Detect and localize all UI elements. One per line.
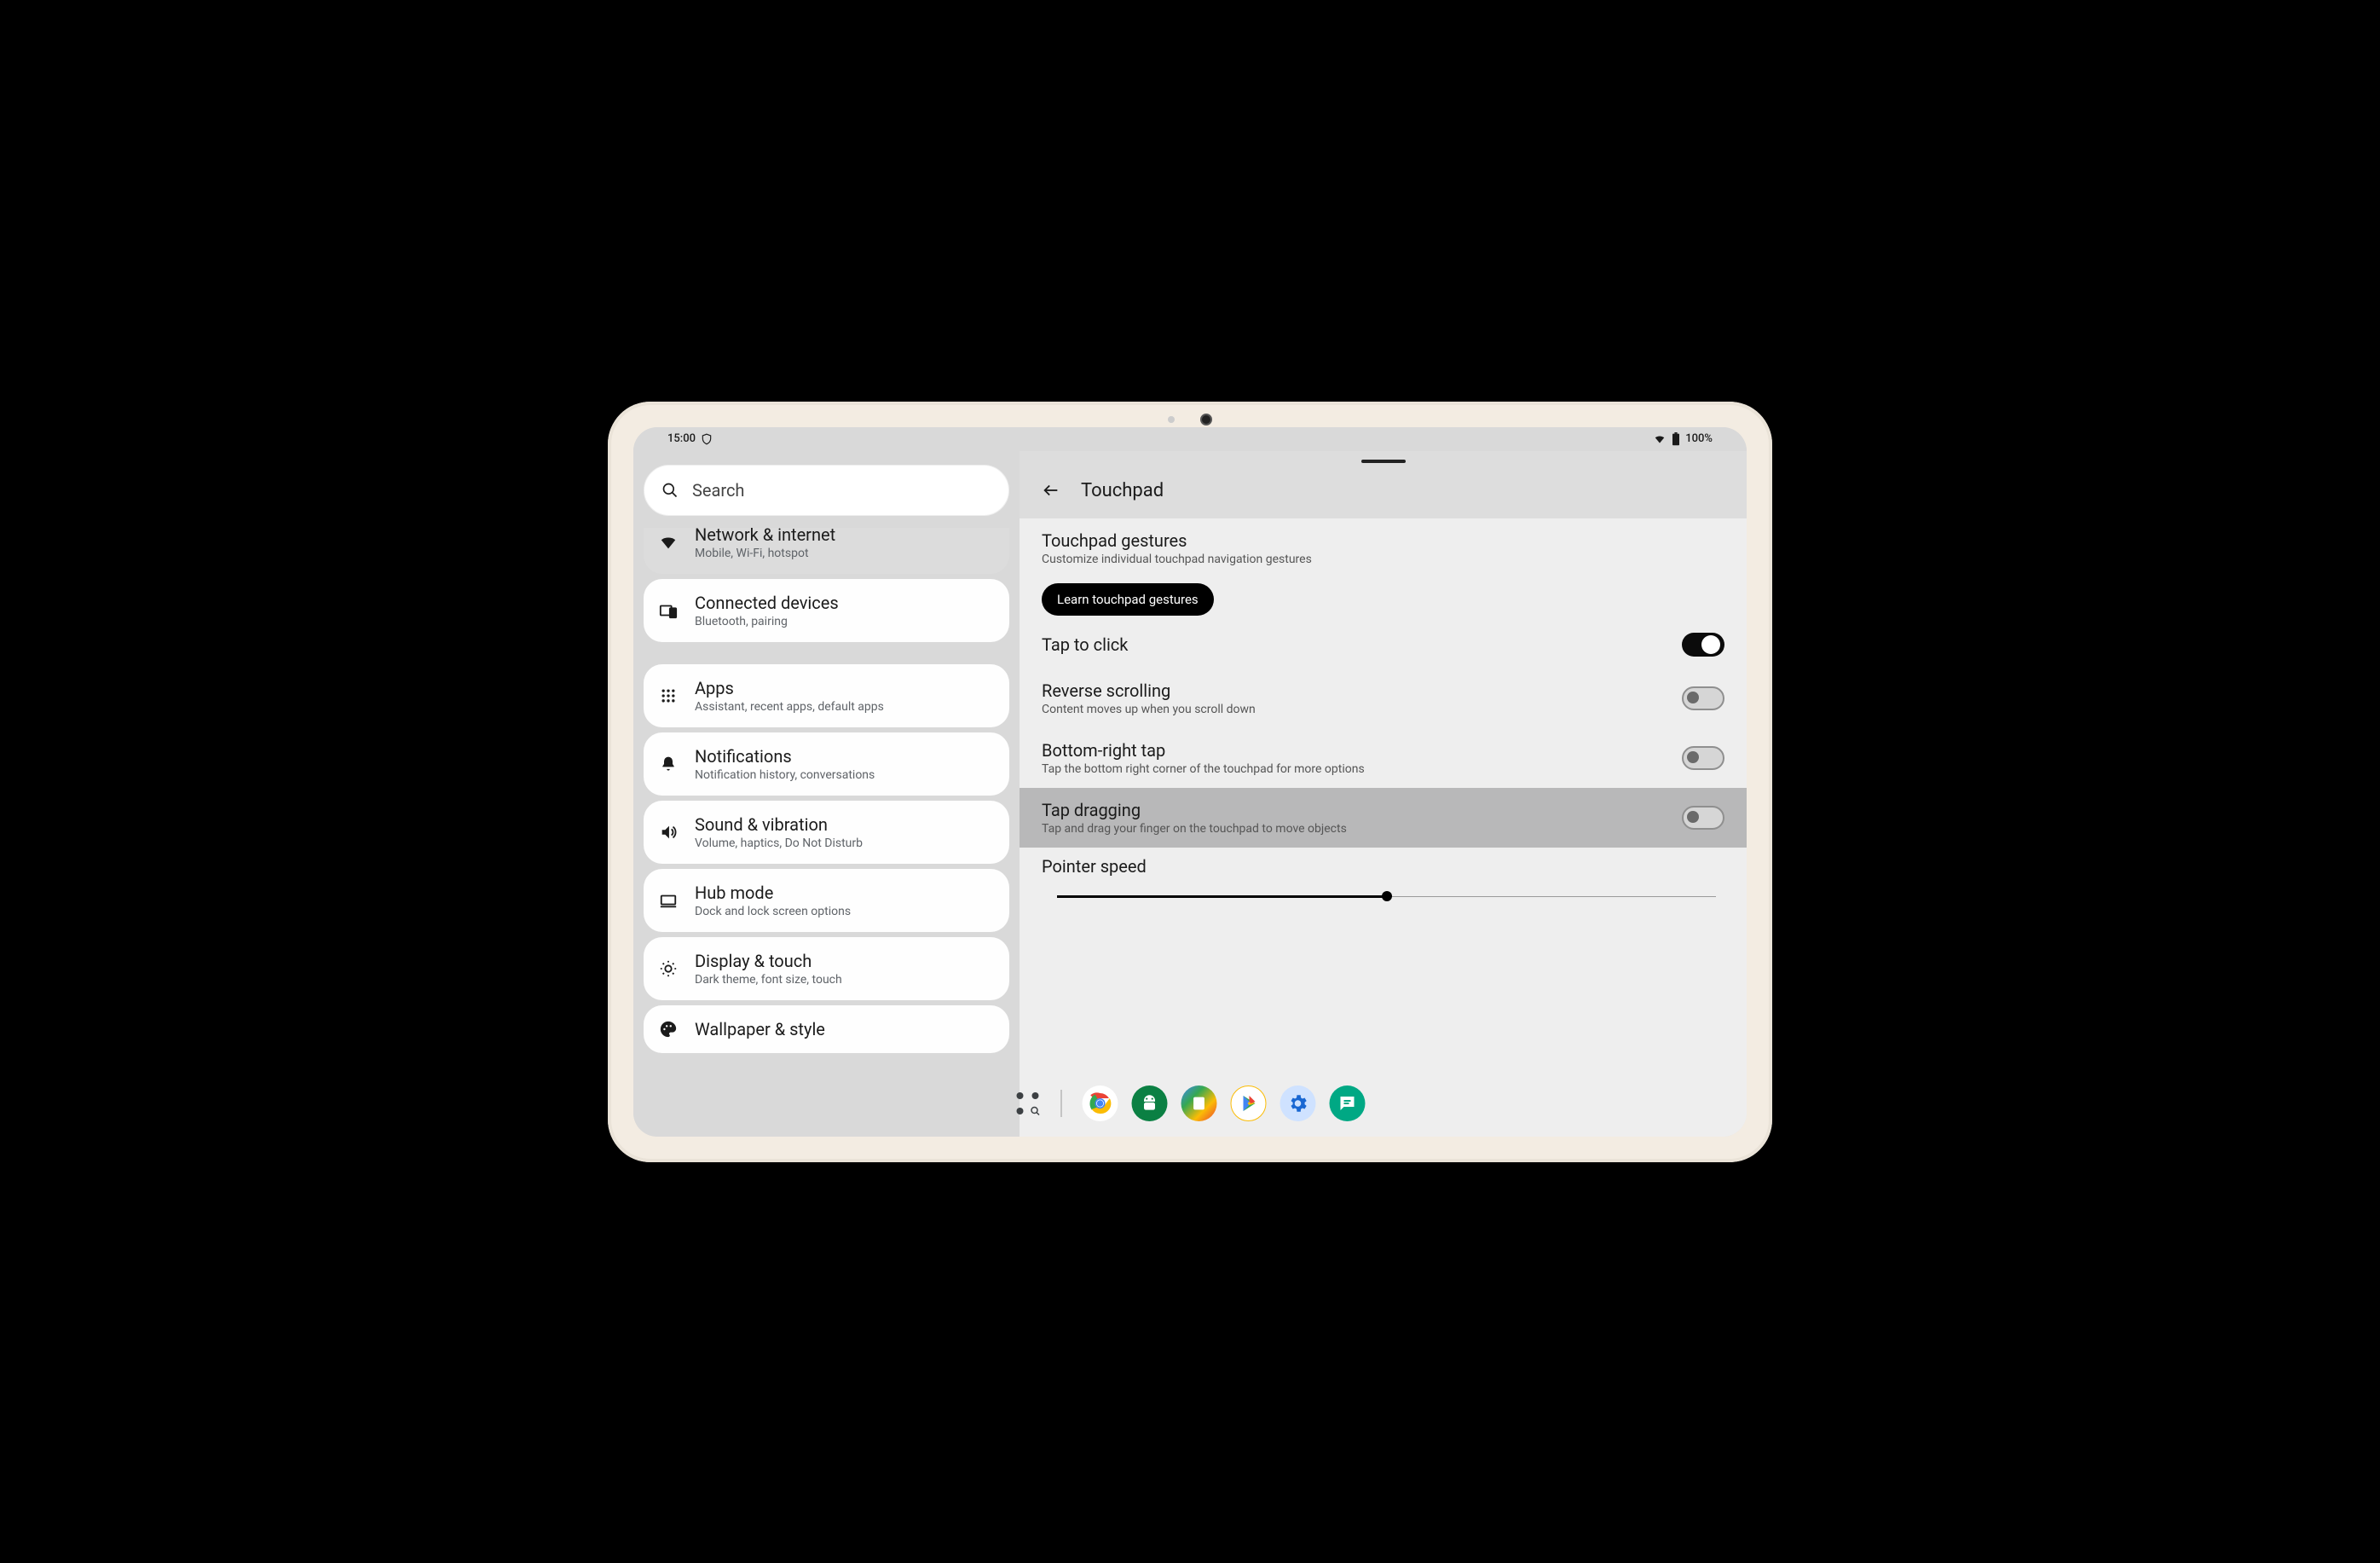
shield-icon (701, 433, 713, 445)
sidebar-item-network[interactable]: Network & internet Mobile, Wi-Fi, hotspot (644, 528, 1009, 574)
sidebar-item-subtitle: Mobile, Wi-Fi, hotspot (695, 547, 835, 560)
sidebar-item-subtitle: Dark theme, font size, touch (695, 973, 842, 987)
pointer-speed-label: Pointer speed (1042, 856, 1724, 877)
camera-notch (1168, 414, 1212, 425)
gestures-subtitle: Customize individual touchpad navigation… (1042, 553, 1312, 566)
gestures-title: Touchpad gestures (1042, 530, 1312, 551)
sidebar-item-title: Sound & vibration (695, 814, 863, 835)
back-button[interactable] (1042, 481, 1060, 500)
search-input[interactable]: Search (644, 465, 1009, 516)
setting-row-tap_drag[interactable]: Tap dragging Tap and drag your finger on … (1020, 788, 1747, 848)
sidebar-item-subtitle: Notification history, conversations (695, 768, 875, 782)
sidebar-item-connected[interactable]: Connected devices Bluetooth, pairing (644, 579, 1009, 642)
status-bar: 15:00 100% (633, 427, 1747, 451)
settings-sidebar: Search Network & internet Mobile, Wi-Fi, … (633, 451, 1020, 1137)
sidebar-item-title: Display & touch (695, 951, 842, 971)
status-time: 15:00 (667, 432, 696, 445)
sidebar-item-subtitle: Volume, haptics, Do Not Disturb (695, 836, 863, 850)
learn-gestures-button[interactable]: Learn touchpad gestures (1042, 583, 1214, 616)
brightness-icon (659, 959, 678, 978)
sidebar-item-notifs[interactable]: NotificationsNotification history, conve… (644, 732, 1009, 796)
sidebar-item-apps[interactable]: Apps Assistant, recent apps, default apps (644, 664, 1009, 727)
volume-icon (659, 823, 678, 842)
setting-subtitle: Tap and drag your finger on the touchpad… (1042, 822, 1347, 836)
sidebar-item-subtitle: Assistant, recent apps, default apps (695, 700, 884, 714)
settings-app-icon[interactable] (1280, 1085, 1316, 1121)
taskbar-separator (1061, 1090, 1062, 1117)
setting-title: Bottom-right tap (1042, 740, 1365, 761)
devices-icon (659, 601, 678, 620)
files-icon[interactable] (1181, 1085, 1217, 1121)
sidebar-item-title: Hub mode (695, 883, 851, 903)
page-title: Touchpad (1081, 480, 1164, 501)
android-icon[interactable] (1132, 1085, 1168, 1121)
palette-icon (659, 1020, 678, 1039)
chrome-icon[interactable] (1083, 1085, 1118, 1121)
sidebar-item-subtitle: Dock and lock screen options (695, 905, 851, 918)
pointer-speed-slider[interactable] (1057, 889, 1716, 906)
sidebar-item-hub[interactable]: Hub mode Dock and lock screen options (644, 869, 1009, 932)
dock-icon (659, 891, 678, 910)
messages-icon[interactable] (1330, 1085, 1366, 1121)
status-battery-text: 100% (1685, 432, 1713, 445)
grid-icon (659, 686, 678, 705)
wifi-status-icon (1653, 433, 1667, 445)
search-placeholder: Search (692, 480, 744, 501)
all-apps-button[interactable] (1015, 1091, 1041, 1116)
taskbar (1007, 1080, 1374, 1126)
search-icon (661, 482, 679, 499)
setting-title: Reverse scrolling (1042, 680, 1256, 701)
setting-subtitle: Tap the bottom right corner of the touch… (1042, 762, 1365, 776)
sidebar-item-title: Notifications (695, 746, 875, 767)
tablet-frame: 15:00 100% (608, 402, 1772, 1162)
setting-title: Tap dragging (1042, 800, 1347, 820)
touchpad-gestures-row[interactable]: Touchpad gestures Customize individual t… (1020, 518, 1747, 578)
battery-icon (1672, 432, 1680, 446)
toggle-tap_drag[interactable] (1682, 806, 1724, 830)
detail-header: Touchpad (1020, 451, 1747, 518)
sidebar-item-title: Network & internet (695, 528, 835, 545)
toggle-reverse[interactable] (1682, 686, 1724, 710)
detail-pane: Touchpad Touchpad gestures Customize ind… (1020, 451, 1747, 1137)
setting-title: Tap to click (1042, 634, 1128, 655)
setting-row-reverse[interactable]: Reverse scrolling Content moves up when y… (1020, 669, 1747, 728)
setting-row-br_tap[interactable]: Bottom-right tapTap the bottom right cor… (1020, 728, 1747, 788)
pointer-speed-row: Pointer speed (1020, 856, 1747, 914)
wifi-icon (659, 533, 678, 552)
sidebar-item-display[interactable]: Display & touch Dark theme, font size, to… (644, 937, 1009, 1000)
play-icon[interactable] (1231, 1085, 1267, 1121)
sidebar-item-title: Wallpaper & style (695, 1019, 825, 1039)
sidebar-item-subtitle: Bluetooth, pairing (695, 615, 839, 628)
drag-handle[interactable] (1361, 460, 1406, 463)
setting-subtitle: Content moves up when you scroll down (1042, 703, 1256, 716)
setting-row-tap_click[interactable]: Tap to click (1020, 621, 1747, 669)
bell-icon (659, 755, 678, 773)
screen: 15:00 100% (633, 427, 1747, 1137)
toggle-br_tap[interactable] (1682, 746, 1724, 770)
sidebar-item-title: Connected devices (695, 593, 839, 613)
toggle-tap_click[interactable] (1682, 633, 1724, 657)
sidebar-item-wallpaper[interactable]: Wallpaper & style (644, 1005, 1009, 1053)
sidebar-item-sound[interactable]: Sound & vibrationVolume, haptics, Do Not… (644, 801, 1009, 864)
sidebar-item-title: Apps (695, 678, 884, 698)
